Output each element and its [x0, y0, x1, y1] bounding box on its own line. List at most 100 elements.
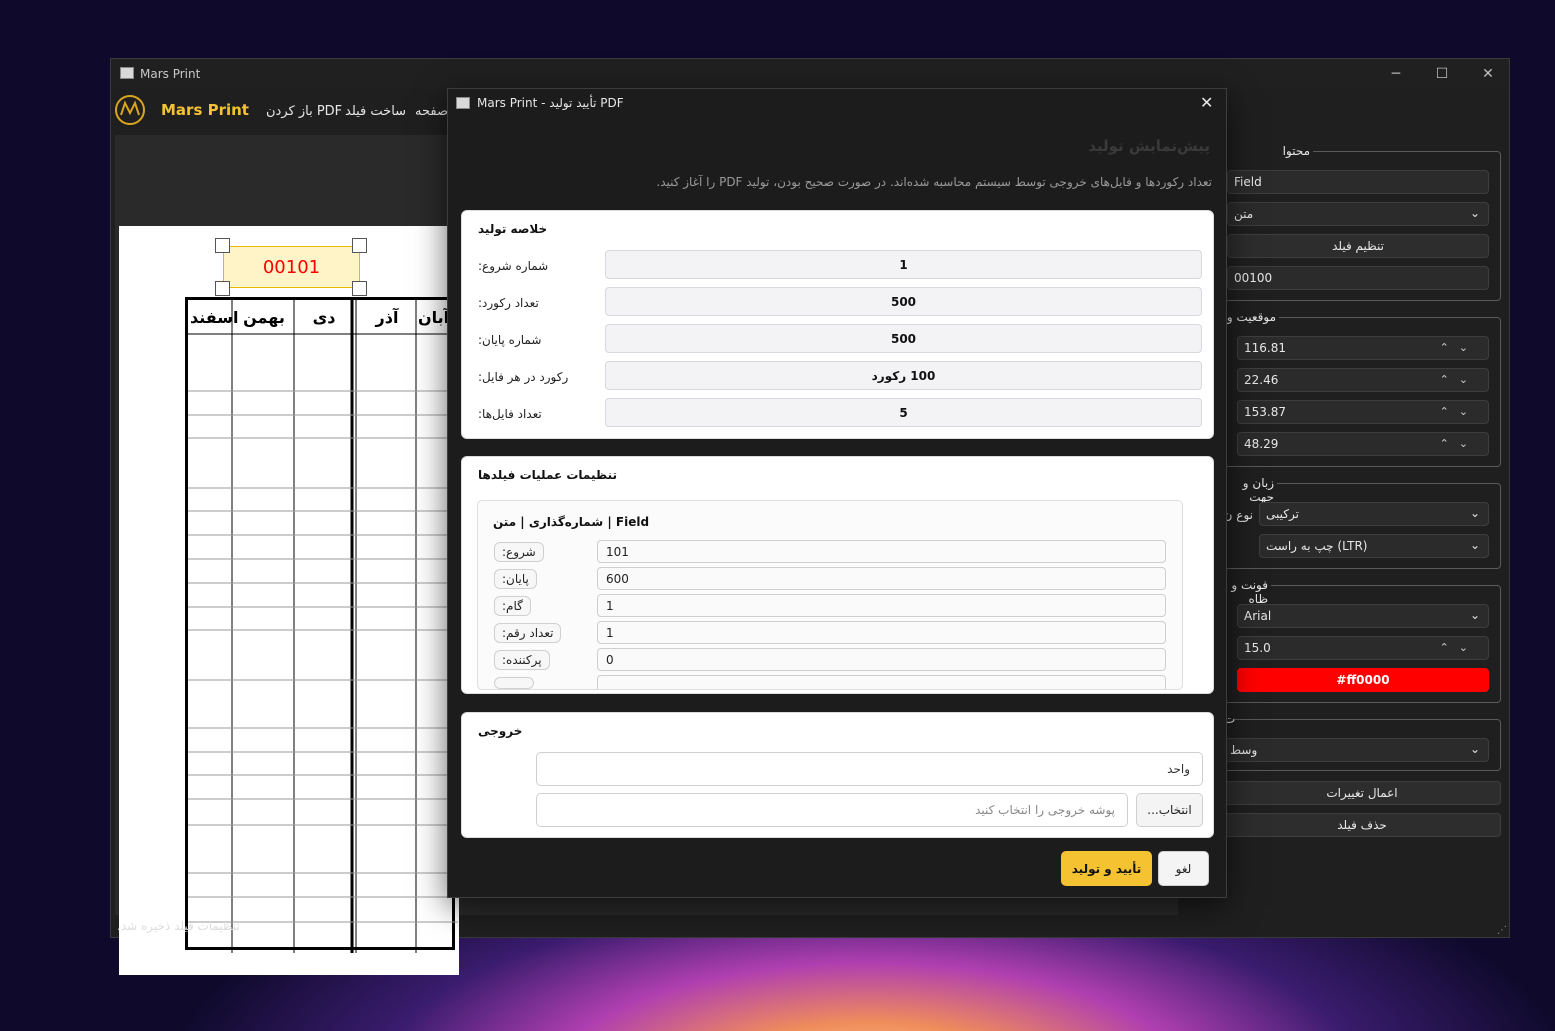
operations-scroll-area[interactable]: Field | شماره‌گذاری | متن شروع: 101 پایا…	[477, 500, 1183, 690]
delete-field-button[interactable]: حذف فیلد	[1223, 813, 1501, 837]
font-size-spinbox[interactable]: 15.0 ⌃⌄	[1237, 636, 1489, 660]
chevron-down-icon: ⌄	[1469, 506, 1480, 520]
summary-title: خلاصه تولید	[478, 222, 548, 236]
output-folder-input[interactable]: پوشه خروجی را انتخاب کنید	[536, 793, 1128, 827]
font-value: Arial	[1244, 609, 1272, 623]
summary-label: رکورد در هر فایل:	[478, 370, 569, 384]
summary-value: 500	[605, 287, 1202, 316]
menu-open-pdf[interactable]: باز کردن PDF	[266, 104, 342, 119]
op-label: تعداد رقم:	[494, 623, 562, 643]
field-value-text: 00100	[1234, 271, 1273, 285]
browse-button[interactable]: ...انتخاب	[1136, 793, 1203, 827]
field-type-value: متن	[1234, 207, 1254, 221]
op-filler-input[interactable]: 0	[597, 648, 1166, 671]
resize-handle-tl[interactable]	[215, 238, 230, 253]
color-button[interactable]: #ff0000	[1237, 668, 1489, 692]
field-operation-header: Field | شماره‌گذاری | متن	[493, 515, 650, 529]
x-value: 116.81	[1244, 341, 1286, 355]
font-group-title: فونت و ظاه	[1221, 578, 1271, 606]
resize-handle-bl[interactable]	[215, 281, 230, 296]
app-icon	[120, 67, 134, 79]
field-value-input[interactable]: 00100	[1227, 266, 1489, 290]
field-name-input[interactable]: Field	[1227, 170, 1489, 194]
spin-arrows-icon[interactable]: ⌃⌄	[1440, 405, 1478, 418]
summary-label: تعداد رکورد:	[478, 296, 539, 310]
logo-icon	[115, 95, 145, 125]
color-value: #ff0000	[1336, 673, 1390, 687]
op-partial-label	[494, 677, 534, 689]
selected-field[interactable]: 00101	[223, 246, 360, 288]
resize-grip-icon[interactable]: ⋰	[1497, 925, 1507, 936]
direction-value: چپ به راست (LTR)	[1266, 539, 1368, 553]
align-select[interactable]: وسط ⌄	[1223, 738, 1489, 762]
op-step-input[interactable]: 1	[597, 594, 1166, 617]
op-label: پرکننده:	[494, 650, 550, 670]
window-title: Mars Print	[140, 67, 201, 81]
field-name-value: Field	[1234, 175, 1262, 189]
language-value: ترکیبی	[1266, 507, 1299, 521]
output-folder-placeholder: پوشه خروجی را انتخاب کنید	[975, 803, 1115, 817]
align-value: وسط	[1230, 743, 1258, 757]
confirm-generate-button[interactable]: تأیید و تولید	[1061, 851, 1152, 886]
spin-arrows-icon[interactable]: ⌃⌄	[1440, 341, 1478, 354]
op-end-input[interactable]: 600	[597, 567, 1166, 590]
status-message: تنظیمات فیلد ذخیره شد.	[117, 919, 240, 933]
resize-handle-tr[interactable]	[352, 238, 367, 253]
close-icon[interactable]: ✕	[1465, 59, 1511, 89]
width-spinbox[interactable]: 153.87 ⌃⌄	[1237, 400, 1489, 424]
summary-label: تعداد فایل‌ها:	[478, 407, 542, 421]
chevron-down-icon: ⌄	[1469, 608, 1480, 622]
resize-handle-br[interactable]	[352, 281, 367, 296]
setup-field-button[interactable]: تنظیم فیلد	[1227, 234, 1489, 258]
dialog-title: Mars Print - تأیید تولید PDF	[477, 96, 624, 110]
spin-arrows-icon[interactable]: ⌃⌄	[1440, 641, 1478, 654]
apply-changes-button[interactable]: اعمال تغییرات	[1223, 781, 1501, 805]
summary-value: 100 رکورد	[605, 361, 1202, 390]
summary-value: 5	[605, 398, 1202, 427]
table-header-bahman: بهمن	[243, 308, 285, 327]
dialog-titlebar: Mars Print - تأیید تولید PDF ✕	[448, 89, 1226, 119]
op-digits-input[interactable]: 1	[597, 621, 1166, 644]
position-group-title: موقعیت و	[1221, 310, 1279, 324]
brand-name: Mars Print	[161, 101, 249, 119]
table-header-esfand: اسفند	[190, 308, 239, 327]
spin-arrows-icon[interactable]: ⌃⌄	[1440, 437, 1478, 450]
op-label: شروع:	[494, 542, 544, 562]
field-type-select[interactable]: متن ⌄	[1227, 202, 1489, 226]
pdf-page[interactable]: 00101 اسفند بهمن دی آذر آبان	[119, 226, 459, 975]
menu-page[interactable]: صفحه	[415, 104, 448, 119]
minimize-icon[interactable]: ─	[1373, 59, 1419, 89]
font-size-value: 15.0	[1244, 641, 1271, 655]
summary-card: خلاصه تولید شماره شروع: 1 تعداد رکورد: 5…	[461, 210, 1214, 439]
height-spinbox[interactable]: 48.29 ⌃⌄	[1237, 432, 1489, 456]
op-label: گام:	[494, 596, 531, 616]
output-mode-value: واحد	[1167, 762, 1190, 776]
font-select[interactable]: Arial ⌄	[1237, 604, 1489, 628]
output-card: خروجی واحد پوشه خروجی را انتخاب کنید ...…	[461, 712, 1214, 838]
dialog-description: تعداد رکوردها و فایل‌های خروجی توسط سیست…	[656, 175, 1212, 189]
spin-arrows-icon[interactable]: ⌃⌄	[1440, 373, 1478, 386]
op-label: پایان:	[494, 569, 537, 589]
operations-title: تنظیمات عملیات فیلدها	[478, 468, 617, 482]
y-spinbox[interactable]: 22.46 ⌃⌄	[1237, 368, 1489, 392]
table-grid	[188, 300, 458, 953]
dialog-close-icon[interactable]: ✕	[1200, 93, 1213, 112]
language-select[interactable]: ترکیبی ⌄	[1259, 502, 1489, 526]
main-titlebar: Mars Print ─ ☐ ✕	[111, 59, 1509, 89]
op-start-input[interactable]: 101	[597, 540, 1166, 563]
cancel-button[interactable]: لغو	[1158, 851, 1209, 886]
confirm-dialog: Mars Print - تأیید تولید PDF ✕ پیش‌نمایش…	[447, 88, 1227, 898]
op-partial-input[interactable]	[597, 675, 1166, 689]
maximize-icon[interactable]: ☐	[1419, 59, 1465, 89]
menu-create-field[interactable]: ساخت فیلد	[345, 104, 406, 119]
x-spinbox[interactable]: 116.81 ⌃⌄	[1237, 336, 1489, 360]
sheet-table: اسفند بهمن دی آذر آبان	[185, 297, 458, 953]
output-mode-input[interactable]: واحد	[536, 752, 1203, 786]
operations-card: تنظیمات عملیات فیلدها Field | شماره‌گذار…	[461, 456, 1214, 694]
table-header-dey: دی	[312, 308, 336, 327]
dialog-app-icon	[456, 97, 470, 109]
summary-value: 1	[605, 250, 1202, 279]
y-value: 22.46	[1244, 373, 1279, 387]
direction-select[interactable]: چپ به راست (LTR) ⌄	[1259, 534, 1489, 558]
summary-value: 500	[605, 324, 1202, 353]
